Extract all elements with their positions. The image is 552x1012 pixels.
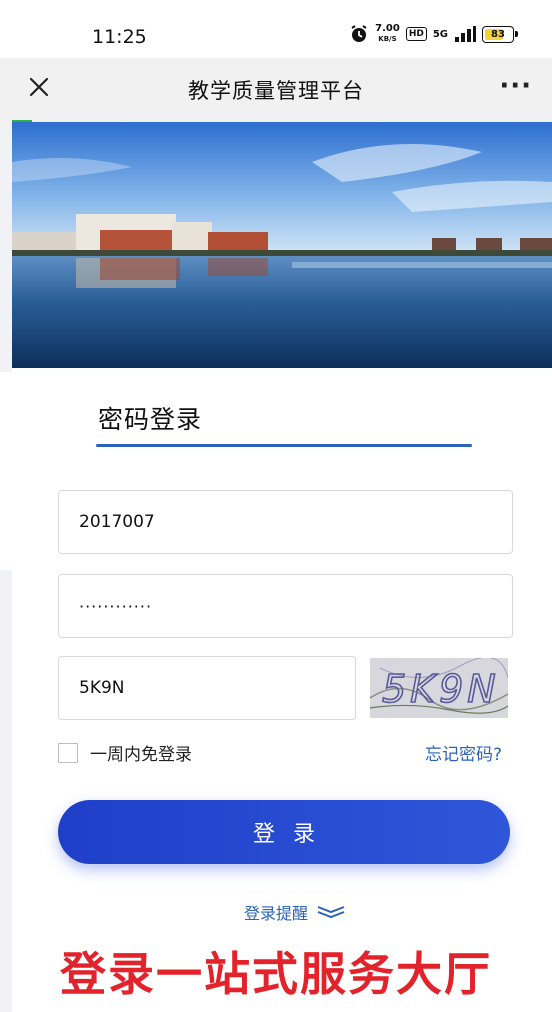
double-chevron-down-icon xyxy=(317,906,345,919)
username-input[interactable] xyxy=(77,511,494,533)
campus-lake-scene xyxy=(12,122,552,368)
battery-level: 83 xyxy=(491,28,505,40)
campus-banner-image xyxy=(12,122,552,368)
remember-row: 一周内免登录 xyxy=(58,740,192,765)
net-speed: 7.00 KB/S xyxy=(375,24,400,44)
captcha-text: 5K9N xyxy=(382,667,500,711)
edge-strip-lower xyxy=(0,570,12,1012)
captcha-field[interactable] xyxy=(58,656,356,720)
edge-strip xyxy=(0,122,12,372)
captcha-image[interactable]: 5K9N xyxy=(370,658,508,718)
page-title: 教学质量管理平台 xyxy=(188,79,364,103)
login-button[interactable]: 登录 xyxy=(58,800,510,864)
status-time: 11:25 xyxy=(92,26,147,48)
login-hint-label: 登录提醒 xyxy=(243,904,308,923)
battery-icon: 83 xyxy=(482,25,518,43)
username-field[interactable] xyxy=(58,490,513,554)
signal-icon xyxy=(455,26,476,42)
forgot-password-link[interactable]: 忘记密码? xyxy=(425,740,502,765)
password-input[interactable] xyxy=(77,595,494,617)
tab-password-login[interactable]: 密码登录 xyxy=(98,400,202,436)
nav-bar: 教学质量管理平台 ··· xyxy=(0,58,552,122)
hd-badge: HD xyxy=(405,27,427,41)
captcha-noise-graphic: 5K9N xyxy=(370,658,508,714)
captcha-input[interactable] xyxy=(77,677,337,699)
network-type-label: 5G xyxy=(432,28,448,40)
more-menu-icon[interactable]: ··· xyxy=(499,73,532,99)
remember-checkbox[interactable] xyxy=(58,742,78,763)
status-icons: 7.00 KB/S HD 5G 83 xyxy=(349,24,518,44)
net-speed-value: 7.00 xyxy=(375,23,400,34)
promo-caption: 登录一站式服务大厅 xyxy=(60,947,492,1001)
password-field[interactable] xyxy=(58,574,513,638)
alarm-clock-icon xyxy=(351,25,367,42)
net-speed-unit: KB/S xyxy=(378,35,397,43)
close-icon[interactable] xyxy=(24,72,54,102)
remember-label: 一周内免登录 xyxy=(90,745,192,765)
login-hint-toggle[interactable]: 登录提醒 xyxy=(0,900,552,924)
tab-active-underline xyxy=(96,444,472,447)
